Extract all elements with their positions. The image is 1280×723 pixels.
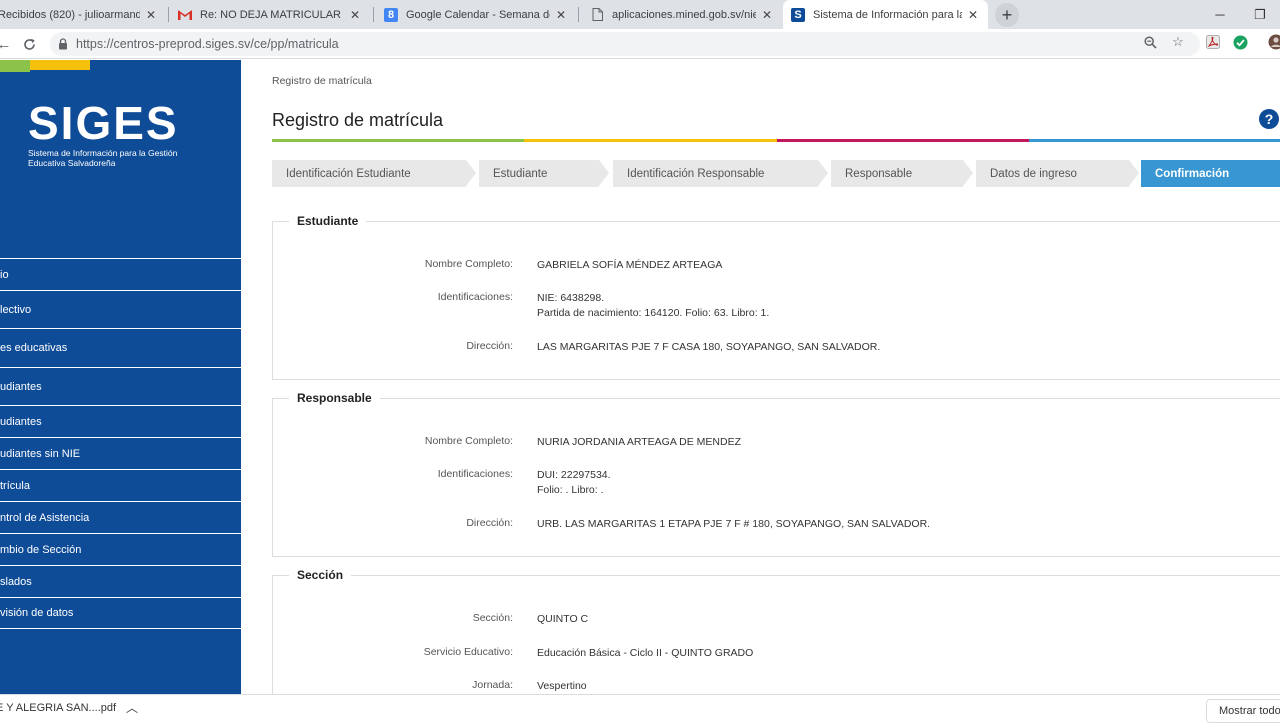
sidebar-item-inicio[interactable]: io <box>0 258 241 290</box>
field-value: Educación Básica - Ciclo II - QUINTO GRA… <box>537 646 753 661</box>
close-icon[interactable]: ✕ <box>144 8 158 22</box>
back-arrow-icon[interactable]: ← <box>0 34 14 54</box>
sidebar-item-control-asistencia[interactable]: ntrol de Asistencia <box>0 501 241 533</box>
tab-separator <box>578 7 579 22</box>
browser-tab-gmail-inbox[interactable]: Recibidos (820) - julioarmandomejia@... … <box>0 0 166 29</box>
field-label: Dirección: <box>273 340 513 352</box>
field-value: URB. LAS MARGARITAS 1 ETAPA PJE 7 F # 18… <box>537 517 930 532</box>
browser-tab-gmail-thread[interactable]: Re: NO DEJA MATRICULAR [#35... ✕ <box>170 0 370 29</box>
step-identificacion-responsable[interactable]: Identificación Responsable <box>613 160 818 187</box>
field-value: GABRIELA SOFÍA MÉNDEZ ARTEAGA <box>537 258 722 273</box>
step-datos-ingreso[interactable]: Datos de ingreso <box>976 160 1129 187</box>
sidebar-item-sedes-educativas[interactable]: es educativas <box>0 328 241 367</box>
field-label: Identificaciones: <box>273 291 513 303</box>
field-value: NIE: 6438298. Partida de nacimiento: 164… <box>537 291 769 321</box>
step-estudiante[interactable]: Estudiante <box>479 160 599 187</box>
new-tab-icon[interactable]: + <box>995 3 1019 27</box>
browser-tab-calendar[interactable]: 8 Google Calendar - Semana del 3... ✕ <box>376 0 576 29</box>
chevron-up-icon[interactable]: ︿ <box>126 699 138 716</box>
sidebar-item-revision-datos[interactable]: visión de datos <box>0 597 241 629</box>
gmail-icon <box>178 8 192 22</box>
decorative-stripe <box>30 60 90 70</box>
field-value: Vespertino <box>537 679 587 694</box>
profile-avatar-icon[interactable] <box>1268 34 1280 50</box>
check-extension-icon[interactable] <box>1232 34 1248 50</box>
document-icon <box>590 8 604 22</box>
decorative-stripe <box>0 60 30 72</box>
zoom-icon[interactable] <box>1142 34 1158 50</box>
page-title: Registro de matrícula <box>272 110 443 131</box>
close-icon[interactable]: ✕ <box>966 8 980 22</box>
show-all-downloads-button[interactable]: Mostrar todo <box>1206 699 1280 723</box>
close-icon[interactable]: ✕ <box>348 8 362 22</box>
download-bar: E Y ALEGRIA SAN....pdf ︿ Mostrar todo <box>0 694 1280 720</box>
sidebar-item-estudiantes[interactable]: udiantes <box>0 367 241 405</box>
tab-separator <box>168 7 169 22</box>
panel-legend: Sección <box>289 568 351 582</box>
help-icon[interactable]: ? <box>1259 109 1279 129</box>
download-filename: E Y ALEGRIA SAN....pdf <box>0 702 116 714</box>
download-item[interactable]: E Y ALEGRIA SAN....pdf <box>0 695 116 721</box>
browser-tab-mined[interactable]: aplicaciones.mined.gob.sv/nie-m... ✕ <box>582 0 782 29</box>
main-content: Registro de matrícula Registro de matríc… <box>241 60 1280 694</box>
field-value: NURIA JORDANIA ARTEAGA DE MENDEZ <box>537 435 741 450</box>
panel-legend: Estudiante <box>289 214 366 228</box>
step-identificacion-estudiante[interactable]: Identificación Estudiante <box>272 160 466 187</box>
sidebar-item-ano-lectivo[interactable]: lectivo <box>0 290 241 328</box>
logo-subtitle: Sistema de Información para la Gestión E… <box>28 148 178 168</box>
sidebar: SIGES Sistema de Información para la Ges… <box>0 60 241 694</box>
field-label: Servicio Educativo: <box>273 646 513 658</box>
step-confirmacion[interactable]: Confirmación <box>1141 160 1280 187</box>
close-icon[interactable]: ✕ <box>760 8 774 22</box>
sidebar-item-cambio-seccion[interactable]: mbio de Sección <box>0 533 241 565</box>
sidebar-item-estudiantes-2[interactable]: udiantes <box>0 405 241 437</box>
field-value: DUI: 22297534. Folio: . Libro: . <box>537 468 611 498</box>
title-rule-magenta <box>777 139 1029 142</box>
breadcrumb[interactable]: Registro de matrícula <box>272 75 372 87</box>
siges-logo: SIGES <box>28 98 179 148</box>
maximize-icon[interactable]: ❐ <box>1240 0 1280 29</box>
title-rule-blue <box>1029 139 1280 142</box>
reload-icon[interactable] <box>19 34 39 54</box>
address-bar[interactable]: https://centros-preprod.siges.sv/ce/pp/m… <box>50 32 1200 56</box>
field-label: Dirección: <box>273 517 513 529</box>
browser-tab-bar: Recibidos (820) - julioarmandomejia@... … <box>0 0 1280 29</box>
close-icon[interactable]: ✕ <box>554 8 568 22</box>
tab-separator <box>373 7 374 22</box>
field-label: Sección: <box>273 612 513 624</box>
sidebar-menu: io lectivo es educativas udiantes udiant… <box>0 258 241 629</box>
field-label: Nombre Completo: <box>273 435 513 447</box>
panel-legend: Responsable <box>289 391 380 405</box>
panel-estudiante: Estudiante Nombre Completo: GABRIELA SOF… <box>272 221 1280 380</box>
title-rule-yellow <box>524 139 777 142</box>
step-responsable[interactable]: Responsable <box>831 160 963 187</box>
wizard-steps: Identificación Estudiante Estudiante Ide… <box>272 160 1280 187</box>
sidebar-item-traslados[interactable]: slados <box>0 565 241 597</box>
minimize-icon[interactable]: ─ <box>1200 0 1240 29</box>
field-label: Identificaciones: <box>273 468 513 480</box>
browser-toolbar: ← https://centros-preprod.siges.sv/ce/pp… <box>0 29 1280 59</box>
siges-favicon-icon: S <box>791 8 805 22</box>
browser-tab-siges[interactable]: S Sistema de Información para la G ✕ <box>783 0 988 29</box>
panel-seccion: Sección Sección: QUINTO C Servicio Educa… <box>272 575 1280 694</box>
field-value: LAS MARGARITAS PJE 7 F CASA 180, SOYAPAN… <box>537 340 880 355</box>
calendar-icon: 8 <box>384 8 398 22</box>
panel-responsable: Responsable Nombre Completo: NURIA JORDA… <box>272 398 1280 557</box>
title-rule-green <box>272 139 524 142</box>
lock-icon <box>58 38 68 50</box>
field-label: Nombre Completo: <box>273 258 513 270</box>
sidebar-item-estudiantes-sin-nie[interactable]: udiantes sin NIE <box>0 437 241 469</box>
sidebar-item-matricula[interactable]: trícula <box>0 469 241 501</box>
bookmark-star-icon[interactable]: ☆ <box>1170 34 1186 50</box>
field-label: Jornada: <box>273 679 513 691</box>
url-text: https://centros-preprod.siges.sv/ce/pp/m… <box>76 37 339 51</box>
field-value: QUINTO C <box>537 612 588 627</box>
pdf-extension-icon[interactable] <box>1205 34 1221 50</box>
